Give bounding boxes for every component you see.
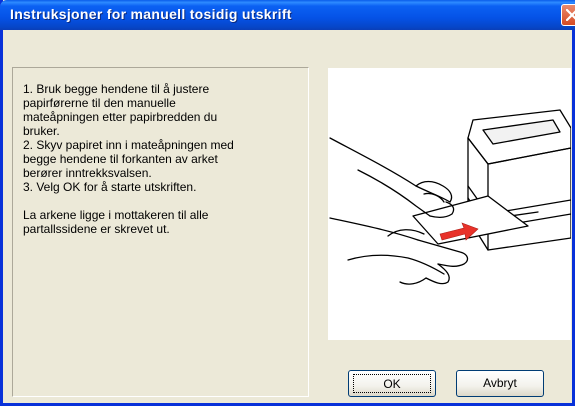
cancel-button[interactable]: Avbryt <box>456 370 544 397</box>
instructions-pane: 1. Bruk begge hendene til å justere papi… <box>12 67 309 397</box>
instructions-text: 1. Bruk begge hendene til å justere papi… <box>23 82 234 236</box>
window-title: Instruksjoner for manuell tosidig utskri… <box>10 6 292 22</box>
ok-button[interactable]: OK <box>348 370 436 397</box>
ok-button-label: OK <box>353 374 431 393</box>
title-bar[interactable]: Instruksjoner for manuell tosidig utskri… <box>0 0 575 30</box>
close-icon <box>566 9 575 21</box>
close-button[interactable] <box>561 4 575 26</box>
printer-illustration <box>328 68 572 340</box>
dialog-window: Instruksjoner for manuell tosidig utskri… <box>0 0 575 406</box>
printer-manual-feed-icon <box>329 109 572 285</box>
